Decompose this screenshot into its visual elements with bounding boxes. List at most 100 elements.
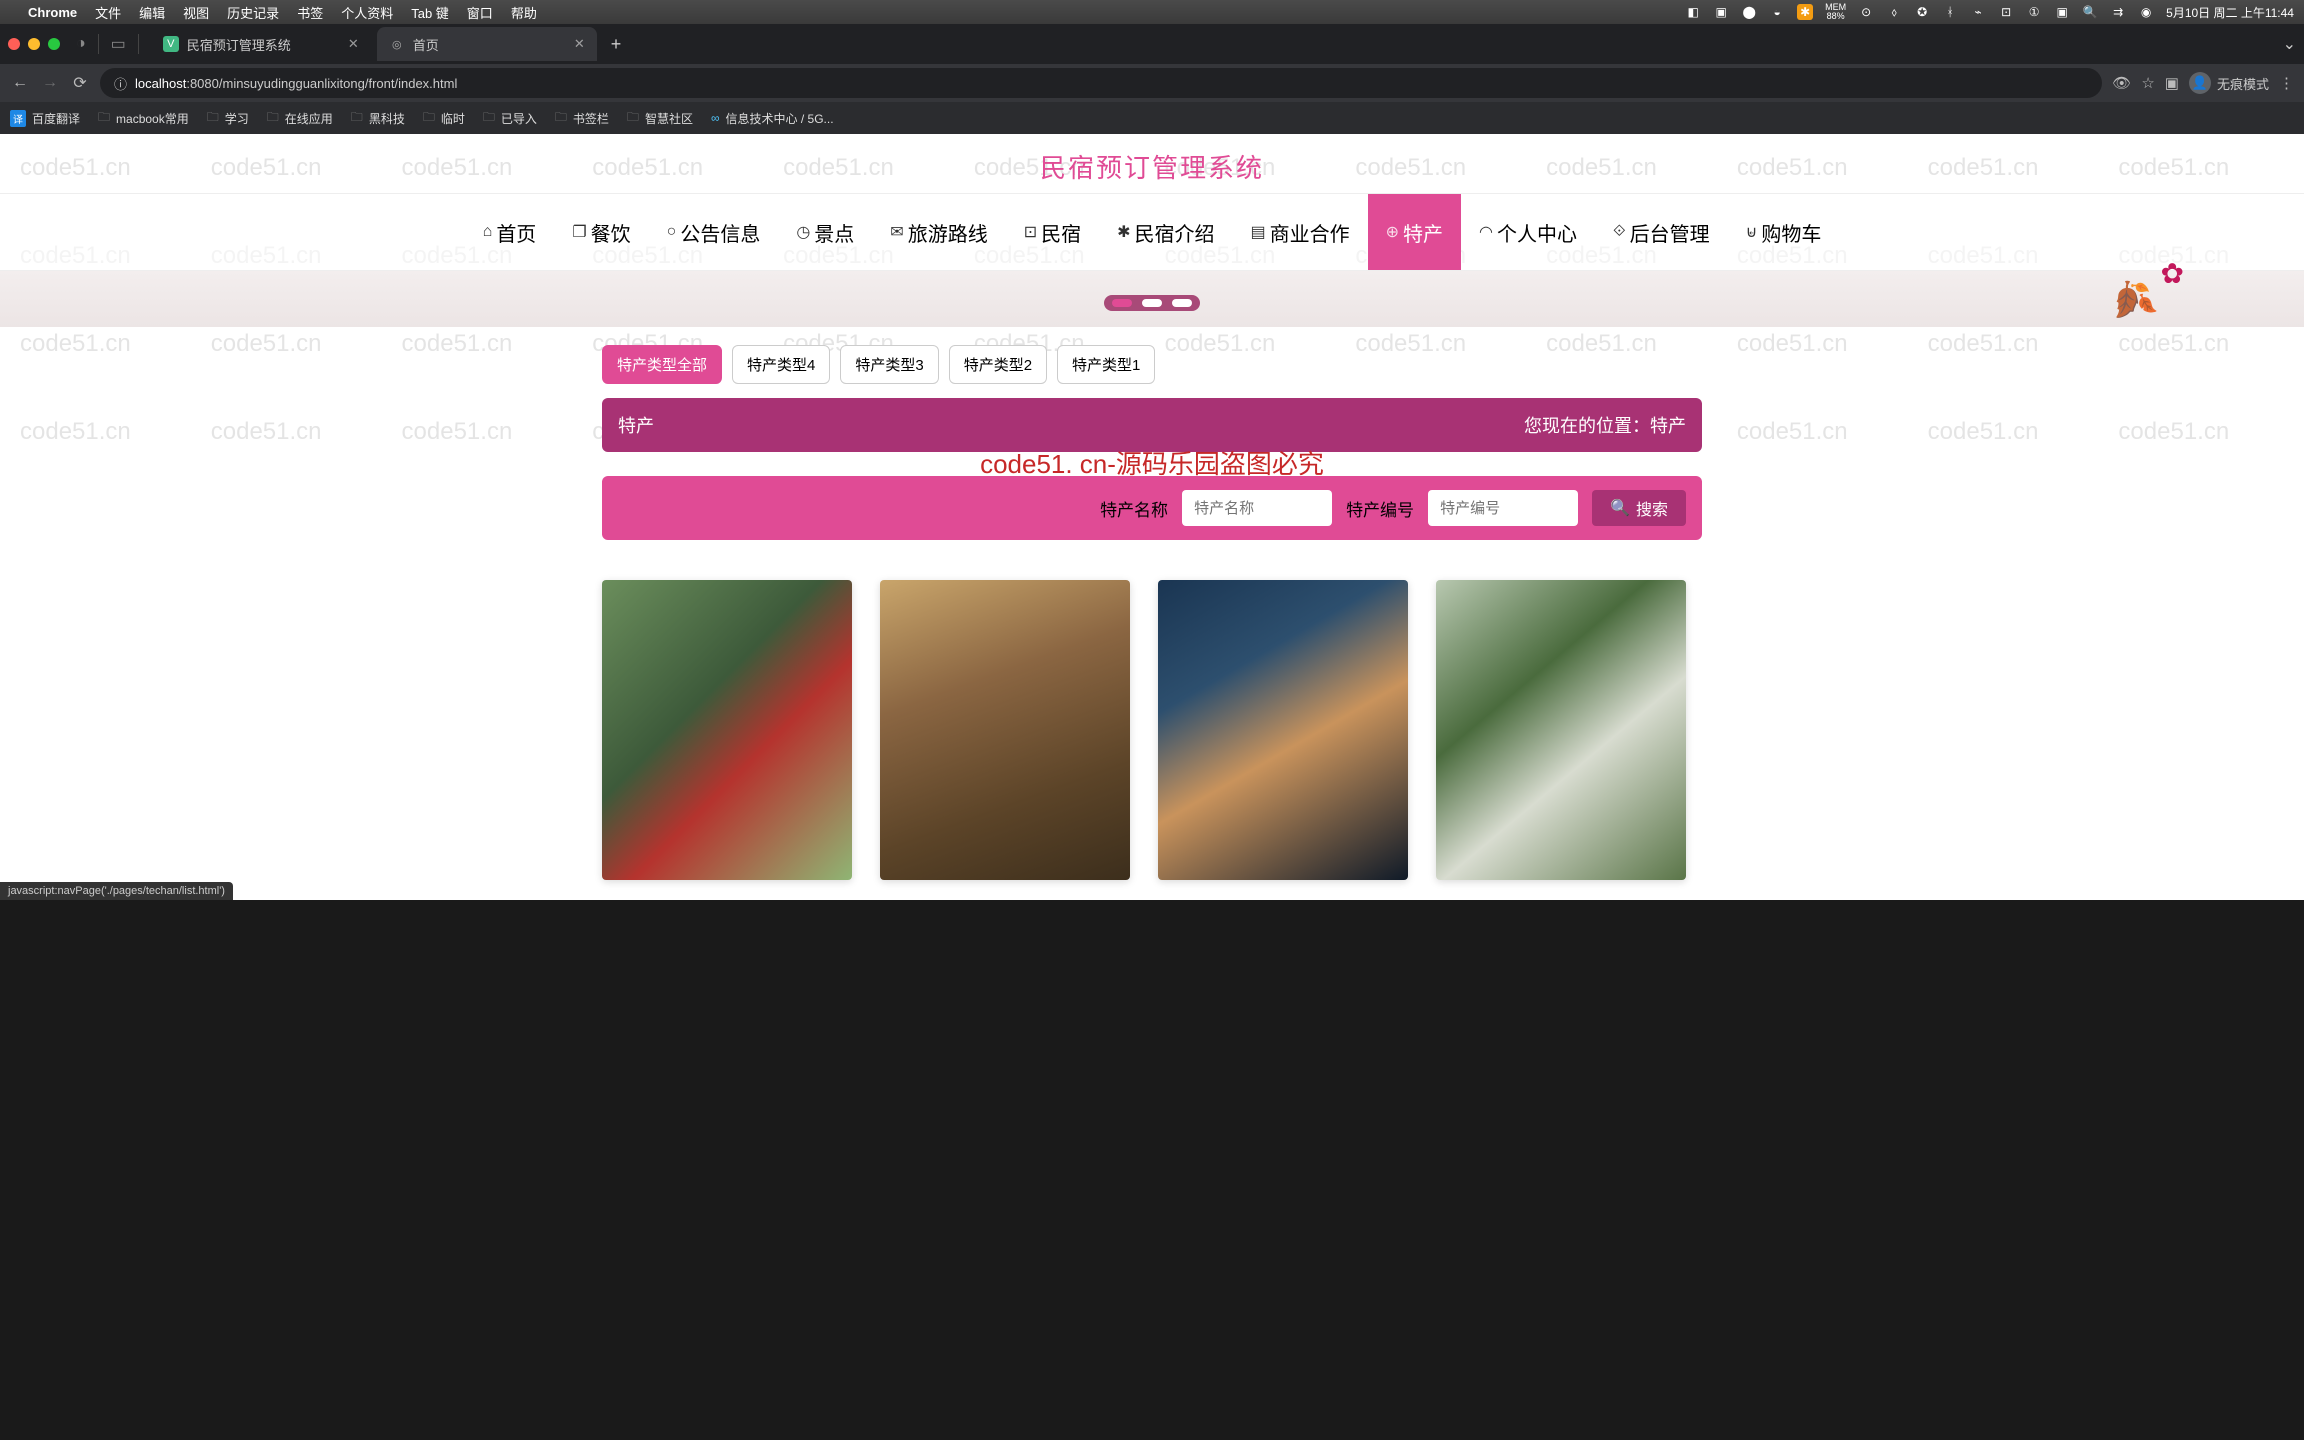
carousel-dot[interactable] — [1112, 299, 1132, 307]
menu-help[interactable]: 帮助 — [511, 3, 537, 22]
nav-admin[interactable]: ⟐后台管理 — [1595, 194, 1728, 270]
product-image — [602, 580, 852, 880]
filter-chip[interactable]: 特产类型2 — [949, 345, 1047, 384]
menu-view[interactable]: 视图 — [183, 3, 209, 22]
menu-file[interactable]: 文件 — [95, 3, 121, 22]
menu-edit[interactable]: 编辑 — [139, 3, 165, 22]
nav-specialty[interactable]: ⊕特产 — [1368, 194, 1461, 270]
bluetooth-icon[interactable]: ᚼ — [1942, 4, 1958, 20]
carousel-dots — [1104, 295, 1200, 311]
bookmark-folder[interactable]: 🗀黑科技 — [351, 108, 405, 129]
filter-chip[interactable]: 特产类型1 — [1057, 345, 1155, 384]
bookmark-item[interactable]: 译百度翻译 — [10, 110, 80, 127]
nav-homestay[interactable]: ⊡民宿 — [1006, 194, 1099, 270]
breadcrumb-title: 特产 — [618, 412, 654, 438]
chrome-tabstrip: ◑ ▭ V 民宿预订管理系统 ✕ ◎ 首页 ✕ + ⌄ — [0, 24, 2304, 64]
bookmark-folder[interactable]: 🗀临时 — [423, 108, 465, 129]
menu-tab[interactable]: Tab 键 — [411, 3, 449, 22]
bookmark-folder[interactable]: 🗀学习 — [207, 108, 249, 129]
clock[interactable]: 5月10日 周二 上午11:44 — [2166, 4, 2294, 21]
nav-home[interactable]: ⌂首页 — [465, 194, 555, 270]
nav-routes[interactable]: ✉旅游路线 — [872, 194, 1005, 270]
folder-icon: 🗀 — [483, 108, 495, 129]
bookmark-folder[interactable]: 🗀已导入 — [483, 108, 537, 129]
product-card[interactable] — [602, 580, 852, 880]
folder-icon: 🗀 — [98, 108, 110, 129]
tray-icon[interactable]: ① — [2026, 4, 2042, 20]
nav-attractions[interactable]: ◷景点 — [778, 194, 872, 270]
tray-icon[interactable]: ◒ — [1769, 4, 1785, 20]
bookmark-folder[interactable]: 🗀在线应用 — [267, 108, 333, 129]
window-minimize-button[interactable] — [28, 38, 40, 50]
filter-chips: 特产类型全部 特产类型4 特产类型3 特产类型2 特产类型1 — [602, 345, 1702, 384]
bookmark-star-icon[interactable]: ☆ — [2141, 74, 2154, 92]
incognito-avatar-icon: 👤 — [2189, 72, 2211, 94]
tray-icon[interactable]: ◧ — [1685, 4, 1701, 20]
name-input[interactable] — [1182, 490, 1332, 526]
product-card[interactable] — [880, 580, 1130, 880]
filter-chip[interactable]: 特产类型4 — [732, 345, 830, 384]
site-info-icon[interactable]: ⓘ — [114, 74, 127, 93]
search-button[interactable]: 🔍 搜索 — [1592, 490, 1686, 526]
tray-icon[interactable]: ⊙ — [1858, 4, 1874, 20]
control-center-icon[interactable]: ⇉ — [2110, 4, 2126, 20]
nav-dining[interactable]: ❐餐饮 — [554, 194, 648, 270]
nav-business[interactable]: ▤商业合作 — [1233, 194, 1368, 270]
tab-title: 民宿预订管理系统 — [187, 35, 291, 54]
cart-icon: ⊌ — [1746, 222, 1758, 242]
grid-icon: ❐ — [572, 222, 586, 242]
bookmark-folder[interactable]: 🗀macbook常用 — [98, 108, 189, 129]
carousel-dot[interactable] — [1142, 299, 1162, 307]
filter-chip-all[interactable]: 特产类型全部 — [602, 345, 722, 384]
siri-icon[interactable]: ◉ — [2138, 4, 2154, 20]
tabs-dropdown-icon[interactable]: ⌄ — [2283, 34, 2296, 54]
nav-personal[interactable]: ◠个人中心 — [1461, 194, 1595, 270]
browser-tab[interactable]: V 民宿预订管理系统 ✕ — [151, 27, 371, 61]
bookmark-folder[interactable]: 🗀智慧社区 — [627, 108, 693, 129]
memory-indicator[interactable]: MEM 88% — [1825, 3, 1846, 21]
filter-chip[interactable]: 特产类型3 — [840, 345, 938, 384]
tray-icon[interactable]: ▣ — [1713, 4, 1729, 20]
close-icon[interactable]: ✕ — [574, 36, 585, 52]
tray-icon[interactable]: ⬤ — [1741, 4, 1757, 20]
circle-icon: ○ — [667, 223, 677, 241]
bookmark-folder[interactable]: 🗀书签栏 — [555, 108, 609, 129]
battery-icon[interactable]: ⌁ — [1970, 4, 1986, 20]
eye-off-icon[interactable]: 👁 — [2112, 74, 2131, 92]
tab-group-icon[interactable]: ▭ — [111, 34, 126, 54]
code-input[interactable] — [1428, 490, 1578, 526]
menu-bookmarks[interactable]: 书签 — [297, 3, 323, 22]
incognito-badge[interactable]: 👤 无痕模式 — [2189, 72, 2269, 94]
bookmark-item[interactable]: ∞信息技术中心 / 5G... — [711, 110, 834, 127]
menu-profile[interactable]: 个人资料 — [341, 3, 393, 22]
panel-icon[interactable]: ▣ — [2165, 74, 2179, 92]
folder-icon: 🗀 — [423, 108, 435, 129]
browser-tab[interactable]: ◎ 首页 ✕ — [377, 27, 597, 61]
menu-history[interactable]: 历史记录 — [227, 3, 279, 22]
search-bar: 特产名称 特产编号 🔍 搜索 — [602, 476, 1702, 540]
spotlight-icon[interactable]: 🔍 — [2082, 4, 2098, 20]
window-maximize-button[interactable] — [48, 38, 60, 50]
tray-icon[interactable]: ▣ — [2054, 4, 2070, 20]
tray-icon[interactable]: ✪ — [1914, 4, 1930, 20]
tab-title: 首页 — [413, 35, 439, 54]
app-name[interactable]: Chrome — [28, 5, 77, 20]
menu-window[interactable]: 窗口 — [467, 3, 493, 22]
product-card[interactable] — [1158, 580, 1408, 880]
carousel-dot[interactable] — [1172, 299, 1192, 307]
nav-cart[interactable]: ⊌购物车 — [1728, 194, 1840, 270]
nav-homestay-intro[interactable]: ✱民宿介绍 — [1099, 194, 1232, 270]
url-bar[interactable]: ⓘ localhost:8080/minsuyudingguanlixitong… — [100, 68, 2102, 98]
tray-icon[interactable]: ⬨ — [1886, 4, 1902, 20]
nav-announcements[interactable]: ○公告信息 — [649, 194, 779, 270]
tray-icon[interactable]: ⊡ — [1998, 4, 2014, 20]
folder-icon: 🗀 — [267, 108, 279, 129]
window-close-button[interactable] — [8, 38, 20, 50]
close-icon[interactable]: ✕ — [348, 36, 359, 52]
tray-icon[interactable]: ✱ — [1797, 4, 1813, 20]
back-button[interactable]: ← — [10, 74, 30, 92]
chrome-menu-icon[interactable]: ⋮ — [2279, 74, 2294, 92]
reload-button[interactable]: ⟳ — [70, 73, 90, 93]
product-card[interactable] — [1436, 580, 1686, 880]
new-tab-button[interactable]: + — [603, 34, 630, 55]
